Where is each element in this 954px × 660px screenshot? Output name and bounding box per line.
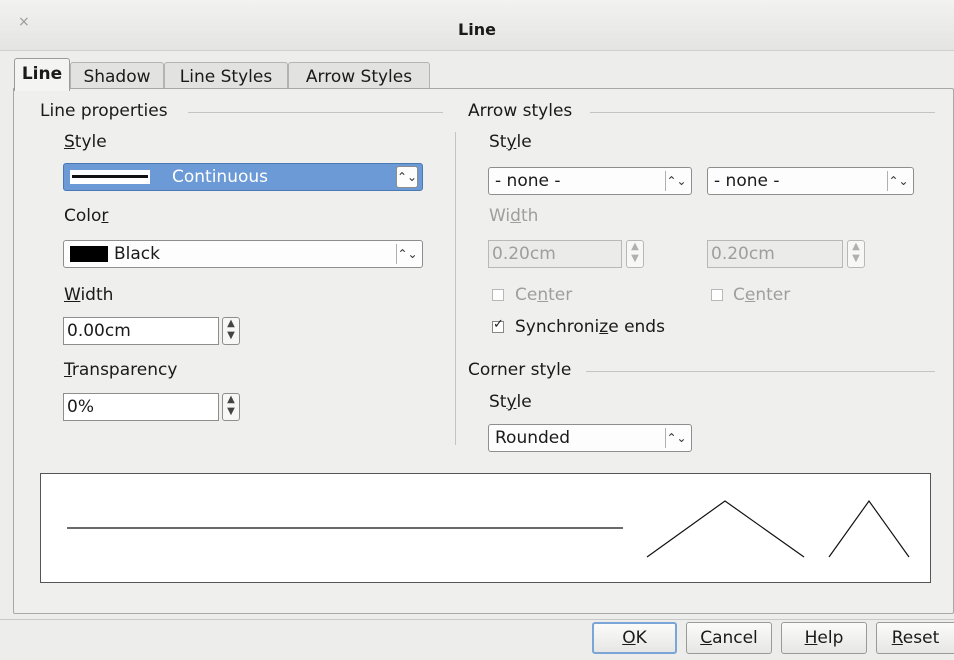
transparency-label: Transparency: [64, 360, 178, 380]
transparency-value: 0%: [67, 397, 94, 417]
center-start-label: Center: [515, 285, 573, 305]
preview-graphic: [67, 499, 910, 558]
arrow-end-width-value: 0.20cm: [711, 244, 775, 264]
chevron-updown-icon[interactable]: ⌃⌄: [887, 171, 909, 191]
arrow-end-width-input[interactable]: 0.20cm: [707, 240, 843, 268]
arrow-end-style-select[interactable]: - none - ⌃⌄: [707, 167, 914, 195]
chevron-updown-icon[interactable]: ⌃⌄: [396, 166, 418, 188]
cancel-button[interactable]: Cancel: [686, 622, 772, 654]
window-title: Line: [458, 20, 496, 39]
arrow-start-width-spin-buttons[interactable]: ▲ ▼: [626, 240, 644, 268]
width-label: Width: [64, 285, 114, 305]
color-label: Color: [64, 206, 109, 226]
style-label: Style: [64, 132, 107, 152]
corner-style-header: Corner style: [468, 360, 572, 380]
arrow-start-width-value: 0.20cm: [492, 244, 556, 264]
chevron-updown-icon[interactable]: ⌃⌄: [665, 428, 687, 448]
width-spin-buttons[interactable]: ▲ ▼: [222, 317, 240, 345]
arrow-end-width-spin-buttons[interactable]: ▲ ▼: [847, 240, 865, 268]
reset-button[interactable]: Reset: [876, 622, 954, 654]
arrow-width-label: Width: [489, 206, 539, 226]
arrow-end-style-value: - none -: [714, 171, 780, 191]
preview-wide-corner: [646, 500, 805, 558]
corner-style-select[interactable]: Rounded ⌃⌄: [488, 424, 692, 452]
center-end-label: Center: [733, 285, 791, 305]
line-color-value: Black: [114, 244, 160, 264]
chevron-updown-icon[interactable]: ⌃⌄: [396, 244, 418, 264]
tab-arrow-styles[interactable]: Arrow Styles: [288, 62, 430, 91]
ok-button[interactable]: OK: [592, 622, 677, 654]
arrow-start-style-select[interactable]: - none - ⌃⌄: [488, 167, 692, 195]
arrow-styles-divider: [590, 112, 935, 113]
center-start-checkbox[interactable]: [492, 289, 504, 301]
color-swatch: [70, 246, 108, 262]
corner-style-value: Rounded: [495, 428, 571, 448]
arrow-styles-header: Arrow styles: [468, 101, 573, 121]
arrow-style-label: Style: [489, 132, 532, 152]
transparency-spin-buttons[interactable]: ▲ ▼: [222, 393, 240, 421]
line-properties-divider: [188, 112, 443, 113]
column-divider: [455, 132, 456, 445]
title-bar: × Line: [0, 0, 954, 51]
tab-line-styles[interactable]: Line Styles: [164, 62, 288, 91]
arrow-start-width-input[interactable]: 0.20cm: [488, 240, 622, 268]
transparency-input[interactable]: 0%: [63, 393, 219, 421]
width-input[interactable]: 0.00cm: [63, 317, 219, 345]
synchronize-ends-checkbox[interactable]: [492, 317, 504, 333]
tab-shadow[interactable]: Shadow: [70, 62, 164, 91]
help-button[interactable]: Help: [781, 622, 867, 654]
tab-line[interactable]: Line: [14, 58, 70, 91]
arrow-start-style-value: - none -: [495, 171, 561, 191]
preview-narrow-corner: [828, 499, 910, 558]
continuous-line-swatch: [70, 170, 150, 184]
line-properties-header: Line properties: [40, 101, 168, 121]
line-color-select[interactable]: Black ⌃⌄: [63, 240, 423, 268]
line-style-value: Continuous: [172, 167, 269, 187]
corner-style-label: Style: [489, 392, 532, 412]
width-value: 0.00cm: [67, 321, 131, 341]
line-style-select[interactable]: Continuous ⌃⌄: [63, 163, 423, 191]
chevron-updown-icon[interactable]: ⌃⌄: [665, 171, 687, 191]
footer-divider: [0, 619, 954, 620]
center-end-checkbox[interactable]: [711, 289, 723, 301]
synchronize-ends-label: Synchronize ends: [515, 317, 665, 337]
line-preview: [40, 473, 931, 583]
corner-style-divider: [586, 371, 935, 372]
